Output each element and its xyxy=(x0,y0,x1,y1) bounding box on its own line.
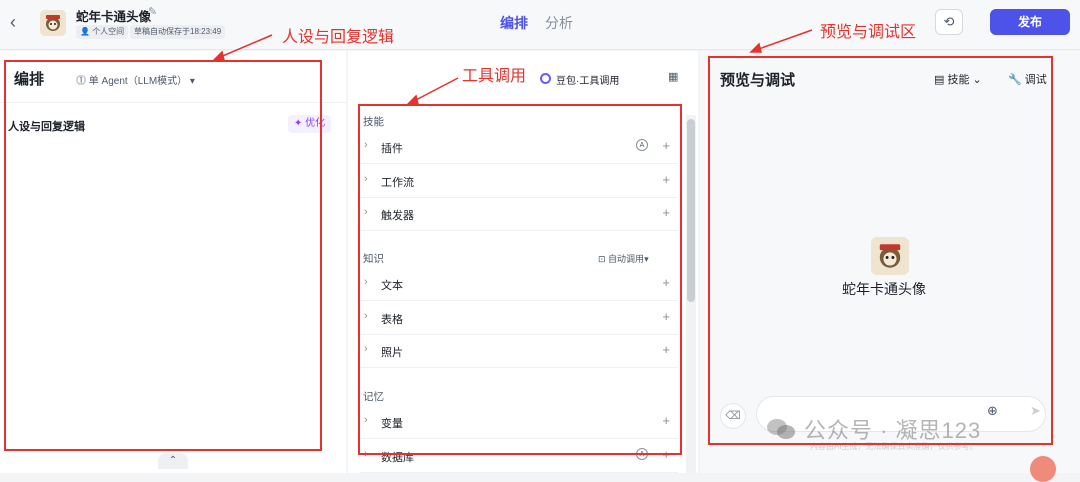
annotation-tools: 工具调用 xyxy=(462,68,527,85)
assistant-bubble[interactable] xyxy=(1030,456,1056,482)
annotation-arrows xyxy=(212,29,813,105)
annotation-preview: 预览与调试区 xyxy=(820,24,917,41)
wechat-icon xyxy=(767,419,795,439)
watermark: 公众号 · 凝思123 xyxy=(804,418,982,443)
annotation-persona: 人设与回复逻辑 xyxy=(282,29,395,46)
